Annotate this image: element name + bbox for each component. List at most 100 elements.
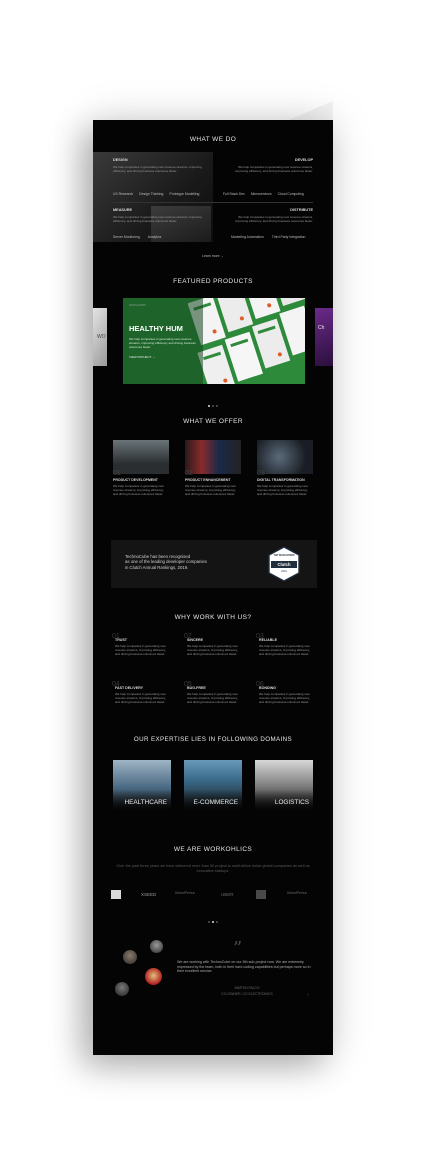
learn-more-link[interactable]: Learn more → xyxy=(93,254,333,258)
featured-slide[interactable]: WATCHAPP HEALTHY HUM We help companies i… xyxy=(123,298,305,384)
workoholics-text: Over the past three years we have delive… xyxy=(116,864,310,873)
client-logo: WordPress xyxy=(175,890,195,895)
carousel-dot[interactable] xyxy=(211,920,215,923)
avatar-active[interactable] xyxy=(145,968,162,985)
design-item[interactable]: UX Research xyxy=(113,192,133,196)
why-item-text: We help companies in generating new reve… xyxy=(187,644,238,656)
badge-name: Clutch xyxy=(277,561,291,567)
offer-num: 01 xyxy=(113,470,121,477)
measure-item[interactable]: Analytics xyxy=(148,235,162,239)
distribute-item[interactable]: Marketing Automation xyxy=(231,235,264,239)
avatar[interactable] xyxy=(115,982,129,996)
what-we-do-title: WHAT WE DO xyxy=(189,136,237,143)
why-item: 03 RELIABLE We help companies in generat… xyxy=(256,633,314,656)
distribute-item[interactable]: Third Party Integration xyxy=(272,235,306,239)
offer-card-3[interactable]: 03 DIGITAL TRANSFORMATION We help compan… xyxy=(257,440,313,496)
featured-dots xyxy=(93,394,333,412)
clutch-badge[interactable]: TOP DEVELOPERS Clutch 2019 xyxy=(267,546,301,582)
why-item-title: FAST DELIVERY xyxy=(115,686,144,690)
offer-card-text: We help companies in generating new reve… xyxy=(185,484,236,496)
offer-card-text: We help companies in generating new reve… xyxy=(113,484,164,496)
design-item[interactable]: Design Thinking xyxy=(139,192,163,196)
why-item: 01 TRUST We help companies in generating… xyxy=(112,633,170,656)
why-item: 06 BONDING We help companies in generati… xyxy=(256,681,314,704)
next-slide[interactable] xyxy=(315,308,333,366)
why-item-text: We help companies in generating new reve… xyxy=(115,692,166,704)
avatar[interactable] xyxy=(123,950,137,964)
arrow-right-icon[interactable]: › xyxy=(307,992,309,998)
domains-title: OUR EXPERTISE LIES IN FOLLOWING DOMAINS xyxy=(133,736,293,743)
badge-year: 2019 xyxy=(281,570,287,573)
testimonial-text: We are working with TechnoCube on our 5t… xyxy=(177,960,311,974)
testimonial-name: MARTIN FALCH xyxy=(234,986,260,990)
divider xyxy=(113,202,313,203)
why-item-text: We help companies in generating new reve… xyxy=(115,644,166,656)
clutch-text: TechnoCube has been recognised as one of… xyxy=(125,554,207,570)
product-tag: WATCHAPP xyxy=(129,303,146,307)
client-logo: XSEED xyxy=(141,892,157,897)
why-item-text: We help companies in generating new reve… xyxy=(187,692,238,704)
client-logo-box xyxy=(111,890,121,899)
distribute-text: We help companies in generating new reve… xyxy=(235,215,313,223)
measure-items: Server Monitoring Analytics xyxy=(113,235,161,239)
offer-num: 03 xyxy=(257,470,265,477)
offer-card-title: PRODUCT ENHANCEMENT xyxy=(185,478,231,482)
offer-title: WHAT WE OFFER xyxy=(183,418,243,425)
why-item: 02 SINCERE We help companies in generati… xyxy=(184,633,242,656)
domain-healthcare[interactable]: HEALTHCARE xyxy=(113,760,171,810)
avatar-ring xyxy=(113,938,173,1000)
workoholics-title: WE ARE WORKOHLICS xyxy=(173,846,253,853)
distribute-label: DISTRIBUTE xyxy=(290,208,313,212)
client-logo: UBER xyxy=(221,892,234,897)
develop-item[interactable]: Full Stack Dev xyxy=(223,192,245,196)
why-item: 04 FAST DELIVERY We help companies in ge… xyxy=(112,681,170,704)
clutch-line: in Clutch Annual Rankings, 2019. xyxy=(125,564,189,570)
badge-top-text: TOP DEVELOPERS xyxy=(273,555,295,557)
view-project-link[interactable]: VIEW PROJECT → xyxy=(129,355,155,360)
product-text: We help companies in generating new reve… xyxy=(129,337,196,349)
develop-item[interactable]: Cloud Computing xyxy=(278,192,304,196)
measure-block: MEASURE We help companies in generating … xyxy=(113,208,208,224)
why-item-title: RELIABLE xyxy=(259,638,277,642)
carousel-dot[interactable] xyxy=(215,920,219,923)
develop-item[interactable]: Microservices xyxy=(251,192,272,196)
offer-card-text: We help companies in generating new reve… xyxy=(257,484,308,496)
product-title: HEALTHY HUM xyxy=(129,324,183,333)
design-item[interactable]: Prototype Modelling xyxy=(169,192,199,196)
develop-items: Full Stack Dev Microservices Cloud Compu… xyxy=(223,192,304,196)
data-cables-image xyxy=(185,440,241,474)
offer-card-2[interactable]: 02 PRODUCT ENHANCEMENT We help companies… xyxy=(185,440,241,496)
carousel-dot[interactable] xyxy=(207,404,211,407)
carousel-dot[interactable] xyxy=(215,404,219,407)
avatar[interactable] xyxy=(150,940,163,953)
domain-label: E-COMMERCE xyxy=(193,799,238,806)
carousel-dot[interactable] xyxy=(211,404,215,407)
client-logos: XSEED WordPress UBER WordPress xyxy=(111,888,321,902)
develop-block: DEVELOP We help companies in generating … xyxy=(233,158,313,174)
carousel-dot[interactable] xyxy=(207,920,211,923)
next-slide-label: Ch xyxy=(318,325,325,331)
offer-card-1[interactable]: 01 PRODUCT DEVELOPMENT We help companies… xyxy=(113,440,169,496)
clutch-banner: TechnoCube has been recognised as one of… xyxy=(111,540,317,588)
domain-label: LOGISTICS xyxy=(274,799,309,806)
page-panel: WHAT WE DO DESIGN We help companies in g… xyxy=(93,120,333,1055)
why-item-title: TRUST xyxy=(115,638,127,642)
featured-title: FEATURED PRODUCTS xyxy=(173,278,253,285)
domain-ecommerce[interactable]: E-COMMERCE xyxy=(184,760,242,810)
domain-logistics[interactable]: LOGISTICS xyxy=(255,760,313,810)
prev-slide-label: WO xyxy=(97,334,106,340)
why-item-text: We help companies in generating new reve… xyxy=(259,644,310,656)
server-room-image xyxy=(113,440,169,474)
client-logo-square xyxy=(256,890,266,899)
digital-icons-image xyxy=(257,440,313,474)
design-items: UX Research Design Thinking Prototype Mo… xyxy=(113,192,199,196)
mockup-stage: WHAT WE DO DESIGN We help companies in g… xyxy=(0,0,426,1149)
develop-text: We help companies in generating new reve… xyxy=(235,165,313,173)
domain-label: HEALTHCARE xyxy=(124,799,168,806)
measure-text: We help companies in generating new reve… xyxy=(113,215,202,223)
why-item: 05 BUG-FREE We help companies in generat… xyxy=(184,681,242,704)
develop-label: DEVELOP xyxy=(294,158,313,162)
client-logo: WordPress xyxy=(287,890,307,895)
why-item-title: SINCERE xyxy=(187,638,203,642)
measure-item[interactable]: Server Monitoring xyxy=(113,235,140,239)
